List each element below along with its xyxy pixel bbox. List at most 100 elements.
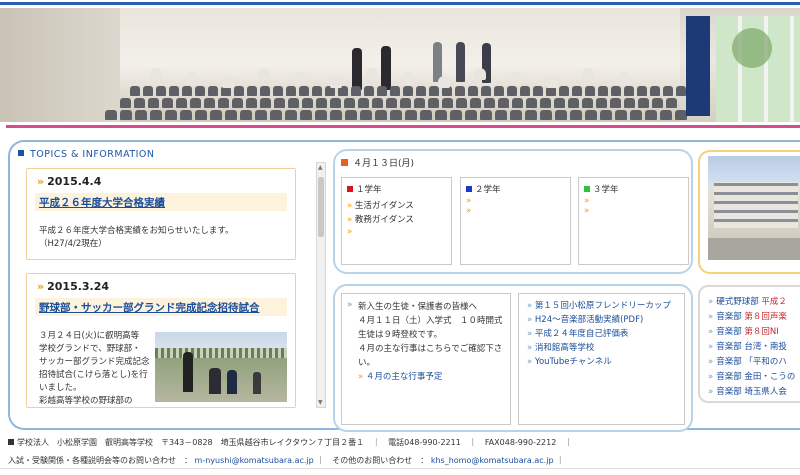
news-body-line: いました。 [39,383,82,393]
seated-person [582,68,594,80]
seat [435,110,447,120]
events-link[interactable]: » ４月の主な行事予定 [358,370,442,382]
seat [344,98,355,108]
news-card: » 2015.3.24 野球部・サッカー部グランド完成記念招待試合 ３月２４日(火… [26,273,296,408]
seat [364,86,374,96]
seat [615,110,627,120]
seat [300,110,312,120]
seat [105,110,117,120]
grade-label: ２学年 [466,183,501,195]
notice-line: い。 [358,358,376,368]
news-body-line: 平成２６年度大学合格実績をお知らせいたします。 [39,226,234,236]
other-contact-label: ｜ その他のお問い合わせ ： [316,456,429,465]
seated-person [366,68,378,80]
club-news-list: » 硬式野球部 平成２ » 音楽部 第８回声楽 » 音楽部 第８回NI » 音楽部 台湾… [698,285,800,403]
seat [420,110,432,120]
double-chevron-icon: » [708,297,714,307]
link-item[interactable]: » 第１５回小松原フレンドリーカップ [527,299,671,311]
seat [130,86,140,96]
grade-box-3: ３学年 » » [578,177,689,265]
seat [456,98,467,108]
club-news-item[interactable]: » 音楽部 第８回NI [708,325,779,337]
link-item[interactable]: » 平成２４年度自己評価表 [527,327,628,339]
seat [442,98,453,108]
news-title[interactable]: 野球部・サッカー部グランド完成記念招待試合 [35,298,287,316]
schedule-item: » [466,196,471,206]
link-item[interactable]: » H24～音楽部活動実績(PDF) [527,313,643,325]
seat [330,98,341,108]
seat [494,86,504,96]
footer-separator: ｜ [556,456,565,465]
notice-line: 新入生の生徒・保護者の皆様へ [358,302,478,312]
seat [624,98,635,108]
news-title-link[interactable]: 平成２６年度大学合格実績 [39,197,165,209]
news-body-line: サッカー部グランド完成記念 [39,357,150,367]
links-box: » 第１５回小松原フレンドリーカップ » H24～音楽部活動実績(PDF) » … [518,293,685,425]
seat [405,110,417,120]
seat [360,110,372,120]
link-item[interactable]: » YouTubeチャンネル [527,355,612,367]
seat [585,86,595,96]
seat [156,86,166,96]
photo-person [183,352,193,392]
seat [135,110,147,120]
seated-person [294,72,306,84]
link-item[interactable]: » 消和館高等学校 [527,341,594,353]
news-body-line: （H27/4/2現在） [39,239,107,249]
news-title[interactable]: 平成２６年度大学合格実績 [35,193,287,211]
double-chevron-icon: » [527,343,535,353]
notice-line: 生徒は９時登校です。 [358,330,443,340]
topics-heading-text: TOPICS & INFORMATION [30,149,155,160]
seat [260,86,270,96]
seat [652,98,663,108]
double-chevron-icon: » [708,342,714,352]
building [714,182,798,228]
seat [169,86,179,96]
seat [330,110,342,120]
seat [246,98,257,108]
notice-line: ４月１１日（土）入学式 １０時開式 [358,316,503,326]
seat [596,98,607,108]
seat [286,86,296,96]
seat [240,110,252,120]
seat [225,110,237,120]
footer-contact: 入試・受験関係・各種説明会等のお問い合わせ ： m-nyushi@komatsu… [8,455,564,466]
seat [162,98,173,108]
seat [525,110,537,120]
club-news-item[interactable]: » 音楽部 台湾・南投 [708,340,787,352]
news-title-link[interactable]: 野球部・サッカー部グランド完成記念招待試合 [39,302,260,314]
seat [600,110,612,120]
news-body-line: 彩越高等学校の野球部の [39,396,133,406]
general-email-link[interactable]: khs_homo@komatsubara.ac.jp [431,456,554,465]
seated-person [330,76,342,88]
scroll-up-icon[interactable]: ▲ [318,164,323,171]
double-chevron-icon: » [527,357,535,367]
scroll-down-icon[interactable]: ▼ [318,399,323,406]
news-date: » 2015.3.24 [37,280,110,293]
club-news-item[interactable]: » 音楽部 「平和のハ [708,355,787,367]
seat [120,110,132,120]
header-hall-image [0,8,800,122]
double-chevron-icon: » [466,196,472,206]
seat [520,86,530,96]
footer-address: 学校法人 小松原学園 叡明高等学校 〒343－0828 埼玉県越谷市レイクタウン… [8,437,572,448]
seat [470,98,481,108]
club-news-item[interactable]: » 硬式野球部 平成２ [708,295,787,307]
scrollbar-thumb[interactable] [318,177,324,237]
seat [663,86,673,96]
seat [316,98,327,108]
seat [150,110,162,120]
photo-fence [155,348,287,358]
square-bullet-icon [18,150,24,156]
seat [533,86,543,96]
school-building-photo [708,156,800,260]
admissions-email-link[interactable]: m-nyushi@komatsubara.ac.jp [195,456,314,465]
seat [611,86,621,96]
club-news-item[interactable]: » 音楽部 第８回声楽 [708,310,787,322]
club-news-item[interactable]: » 音楽部 金田・こうの [708,370,795,382]
news-scrollbar[interactable]: ▲ ▼ [316,162,326,408]
seat [468,86,478,96]
club-news-item[interactable]: » 音楽部 埼玉県人会 [708,385,787,397]
blue-square-icon [466,186,472,192]
speaker-figure [352,48,362,90]
